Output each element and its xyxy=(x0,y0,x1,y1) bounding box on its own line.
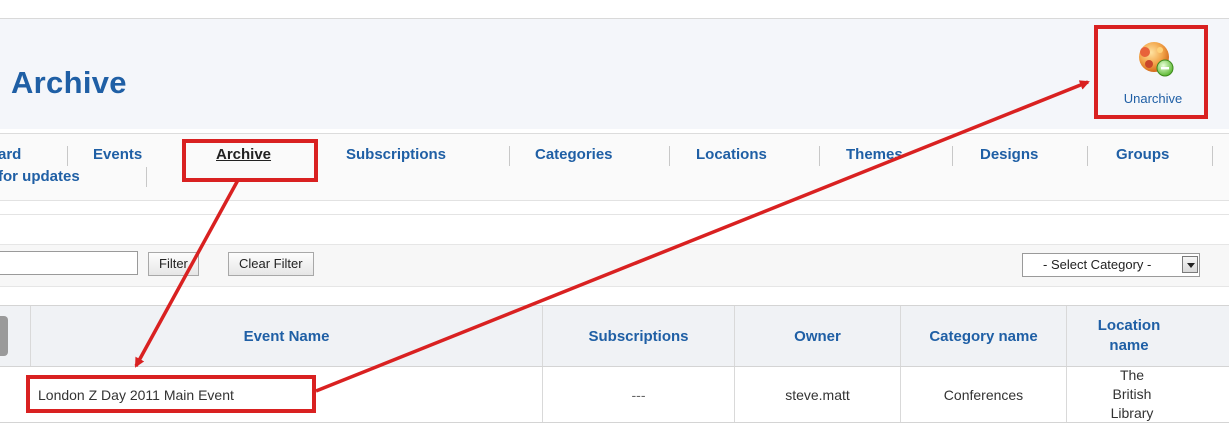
nav-separator xyxy=(1087,146,1088,166)
cell-location: The British Library xyxy=(1110,367,1154,421)
header-category-name[interactable]: Category name xyxy=(901,306,1066,366)
table-header: Event Name Subscriptions Owner Category … xyxy=(0,305,1229,367)
tab-themes[interactable]: Themes xyxy=(846,146,903,163)
nav-separator xyxy=(67,146,68,166)
nav-separator xyxy=(669,146,670,166)
filter-button[interactable]: Filter xyxy=(148,252,199,276)
tab-designs[interactable]: Designs xyxy=(980,146,1038,163)
search-input[interactable] xyxy=(0,251,138,275)
column-divider xyxy=(1066,367,1067,422)
header-owner[interactable]: Owner xyxy=(735,306,900,366)
tab-groups[interactable]: Groups xyxy=(1116,146,1169,163)
event-row-highlight-box xyxy=(26,375,316,413)
cell-subscriptions: --- xyxy=(631,386,646,403)
category-select-value: - Select Category - xyxy=(1043,257,1152,272)
tab-subscriptions[interactable]: Subscriptions xyxy=(346,146,446,163)
nav-separator xyxy=(819,146,820,166)
archive-tab-highlight-box xyxy=(182,139,318,182)
content-divider xyxy=(0,214,1229,215)
tab-events[interactable]: Events xyxy=(93,146,142,163)
dropdown-arrow-icon[interactable] xyxy=(1182,256,1198,273)
nav-separator xyxy=(1212,146,1213,166)
filter-bar: Filter Clear Filter - Select Category - xyxy=(0,244,1229,287)
unarchive-highlight-box xyxy=(1094,25,1208,119)
tab-categories[interactable]: Categories xyxy=(535,146,613,163)
nav-divider xyxy=(0,200,1229,201)
column-divider xyxy=(1066,306,1067,366)
nav-separator xyxy=(509,146,510,166)
page-header: Archive xyxy=(0,19,1229,129)
cell-category: Conferences xyxy=(943,386,1024,403)
nav-separator xyxy=(952,146,953,166)
header-location-name[interactable]: Location name xyxy=(1080,306,1178,366)
header-event-name[interactable]: Event Name xyxy=(31,306,542,366)
nav-separator xyxy=(146,167,147,187)
tab-check-updates[interactable]: for updates xyxy=(0,168,80,185)
header-subscriptions[interactable]: Subscriptions xyxy=(543,306,734,366)
tab-locations[interactable]: Locations xyxy=(696,146,767,163)
category-select[interactable]: - Select Category - xyxy=(1022,253,1200,277)
tab-dashboard[interactable]: ard xyxy=(0,146,21,163)
cell-owner: steve.matt xyxy=(785,386,850,403)
clear-filter-button[interactable]: Clear Filter xyxy=(228,252,314,276)
select-column-handle[interactable] xyxy=(0,316,8,356)
page-title: Archive xyxy=(11,65,127,100)
